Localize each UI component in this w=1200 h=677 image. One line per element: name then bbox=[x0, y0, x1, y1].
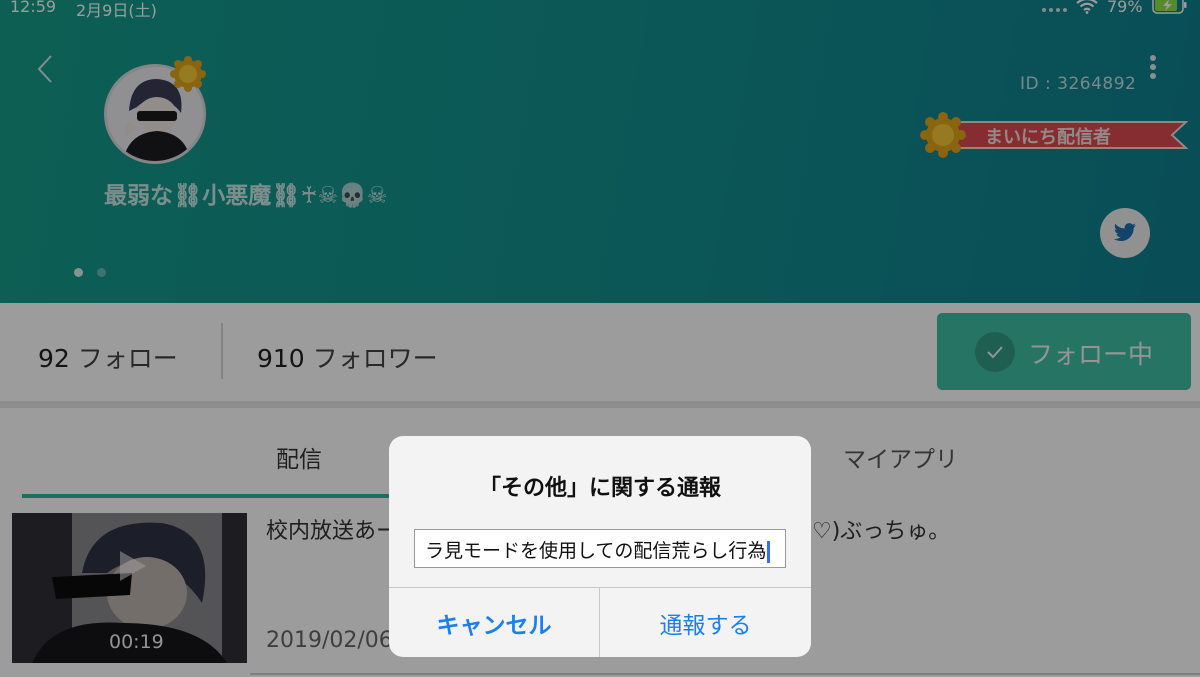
cancel-button[interactable]: キャンセル bbox=[389, 588, 599, 657]
report-reason-input[interactable]: ラ見モードを使用しての配信荒らし行為 bbox=[414, 529, 786, 568]
report-reason-text: ラ見モードを使用しての配信荒らし行為 bbox=[425, 540, 767, 562]
report-button[interactable]: 通報する bbox=[600, 588, 811, 657]
dialog-title: 「その他」に関する通報 bbox=[478, 476, 721, 501]
text-caret bbox=[767, 540, 771, 563]
report-dialog: 「その他」に関する通報 ラ見モードを使用しての配信荒らし行為 キャンセル 通報す… bbox=[389, 436, 811, 657]
